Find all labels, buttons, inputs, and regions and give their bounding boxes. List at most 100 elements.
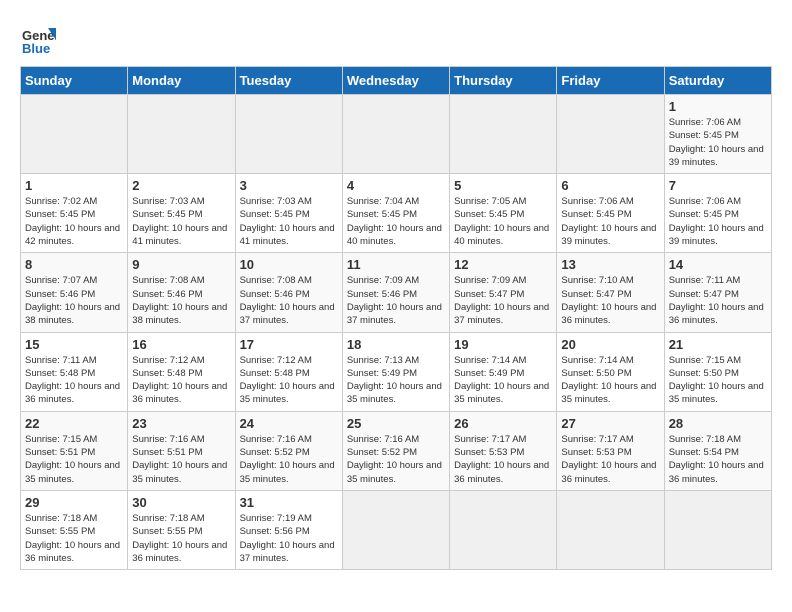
day-number: 11 [347, 257, 445, 272]
day-info: Sunrise: 7:18 AMSunset: 5:54 PMDaylight:… [669, 433, 767, 486]
day-header-tuesday: Tuesday [235, 67, 342, 95]
calendar-cell: 8 Sunrise: 7:07 AMSunset: 5:46 PMDayligh… [21, 253, 128, 332]
logo-icon: General Blue [20, 20, 56, 56]
day-info: Sunrise: 7:11 AMSunset: 5:48 PMDaylight:… [25, 354, 123, 407]
day-header-wednesday: Wednesday [342, 67, 449, 95]
day-number: 27 [561, 416, 659, 431]
day-info: Sunrise: 7:07 AMSunset: 5:46 PMDaylight:… [25, 274, 123, 327]
calendar-cell: 17 Sunrise: 7:12 AMSunset: 5:48 PMDaylig… [235, 332, 342, 411]
day-info: Sunrise: 7:17 AMSunset: 5:53 PMDaylight:… [454, 433, 552, 486]
day-number: 26 [454, 416, 552, 431]
calendar-week-5: 22 Sunrise: 7:15 AMSunset: 5:51 PMDaylig… [21, 411, 772, 490]
day-info: Sunrise: 7:15 AMSunset: 5:50 PMDaylight:… [669, 354, 767, 407]
calendar-cell: 13 Sunrise: 7:10 AMSunset: 5:47 PMDaylig… [557, 253, 664, 332]
calendar-cell: 23 Sunrise: 7:16 AMSunset: 5:51 PMDaylig… [128, 411, 235, 490]
calendar-cell: 29 Sunrise: 7:18 AMSunset: 5:55 PMDaylig… [21, 490, 128, 569]
day-header-thursday: Thursday [450, 67, 557, 95]
day-info: Sunrise: 7:14 AMSunset: 5:50 PMDaylight:… [561, 354, 659, 407]
calendar-cell [128, 95, 235, 174]
calendar-cell [557, 490, 664, 569]
day-number: 1 [669, 99, 767, 114]
calendar-cell [664, 490, 771, 569]
day-number: 25 [347, 416, 445, 431]
day-header-sunday: Sunday [21, 67, 128, 95]
calendar-cell: 30 Sunrise: 7:18 AMSunset: 5:55 PMDaylig… [128, 490, 235, 569]
calendar-week-2: 1 Sunrise: 7:02 AMSunset: 5:45 PMDayligh… [21, 174, 772, 253]
day-number: 9 [132, 257, 230, 272]
calendar-body: 1 Sunrise: 7:06 AMSunset: 5:45 PMDayligh… [21, 95, 772, 570]
day-number: 6 [561, 178, 659, 193]
day-info: Sunrise: 7:11 AMSunset: 5:47 PMDaylight:… [669, 274, 767, 327]
day-info: Sunrise: 7:06 AMSunset: 5:45 PMDaylight:… [561, 195, 659, 248]
calendar-cell: 2 Sunrise: 7:03 AMSunset: 5:45 PMDayligh… [128, 174, 235, 253]
calendar-cell: 24 Sunrise: 7:16 AMSunset: 5:52 PMDaylig… [235, 411, 342, 490]
day-info: Sunrise: 7:18 AMSunset: 5:55 PMDaylight:… [132, 512, 230, 565]
calendar-cell [450, 490, 557, 569]
calendar-cell: 22 Sunrise: 7:15 AMSunset: 5:51 PMDaylig… [21, 411, 128, 490]
calendar-cell: 28 Sunrise: 7:18 AMSunset: 5:54 PMDaylig… [664, 411, 771, 490]
day-info: Sunrise: 7:12 AMSunset: 5:48 PMDaylight:… [132, 354, 230, 407]
calendar-cell: 14 Sunrise: 7:11 AMSunset: 5:47 PMDaylig… [664, 253, 771, 332]
calendar-cell: 19 Sunrise: 7:14 AMSunset: 5:49 PMDaylig… [450, 332, 557, 411]
calendar-week-1: 1 Sunrise: 7:06 AMSunset: 5:45 PMDayligh… [21, 95, 772, 174]
day-number: 17 [240, 337, 338, 352]
calendar-table: SundayMondayTuesdayWednesdayThursdayFrid… [20, 66, 772, 570]
day-info: Sunrise: 7:08 AMSunset: 5:46 PMDaylight:… [132, 274, 230, 327]
calendar-cell: 5 Sunrise: 7:05 AMSunset: 5:45 PMDayligh… [450, 174, 557, 253]
day-number: 21 [669, 337, 767, 352]
day-info: Sunrise: 7:16 AMSunset: 5:51 PMDaylight:… [132, 433, 230, 486]
day-info: Sunrise: 7:10 AMSunset: 5:47 PMDaylight:… [561, 274, 659, 327]
day-header-friday: Friday [557, 67, 664, 95]
calendar-cell: 16 Sunrise: 7:12 AMSunset: 5:48 PMDaylig… [128, 332, 235, 411]
day-info: Sunrise: 7:05 AMSunset: 5:45 PMDaylight:… [454, 195, 552, 248]
calendar-cell: 20 Sunrise: 7:14 AMSunset: 5:50 PMDaylig… [557, 332, 664, 411]
calendar-cell [342, 95, 449, 174]
calendar-cell: 3 Sunrise: 7:03 AMSunset: 5:45 PMDayligh… [235, 174, 342, 253]
calendar-header-row: SundayMondayTuesdayWednesdayThursdayFrid… [21, 67, 772, 95]
day-number: 2 [132, 178, 230, 193]
svg-text:Blue: Blue [22, 41, 50, 56]
calendar-cell: 4 Sunrise: 7:04 AMSunset: 5:45 PMDayligh… [342, 174, 449, 253]
calendar-cell: 15 Sunrise: 7:11 AMSunset: 5:48 PMDaylig… [21, 332, 128, 411]
day-number: 15 [25, 337, 123, 352]
calendar-week-3: 8 Sunrise: 7:07 AMSunset: 5:46 PMDayligh… [21, 253, 772, 332]
day-info: Sunrise: 7:09 AMSunset: 5:46 PMDaylight:… [347, 274, 445, 327]
calendar-cell: 7 Sunrise: 7:06 AMSunset: 5:45 PMDayligh… [664, 174, 771, 253]
day-number: 1 [25, 178, 123, 193]
calendar-cell [557, 95, 664, 174]
day-info: Sunrise: 7:03 AMSunset: 5:45 PMDaylight:… [240, 195, 338, 248]
day-info: Sunrise: 7:16 AMSunset: 5:52 PMDaylight:… [240, 433, 338, 486]
calendar-cell [235, 95, 342, 174]
calendar-cell: 27 Sunrise: 7:17 AMSunset: 5:53 PMDaylig… [557, 411, 664, 490]
day-info: Sunrise: 7:06 AMSunset: 5:45 PMDaylight:… [669, 195, 767, 248]
day-number: 3 [240, 178, 338, 193]
calendar-cell: 26 Sunrise: 7:17 AMSunset: 5:53 PMDaylig… [450, 411, 557, 490]
day-number: 12 [454, 257, 552, 272]
calendar-week-6: 29 Sunrise: 7:18 AMSunset: 5:55 PMDaylig… [21, 490, 772, 569]
calendar-cell: 21 Sunrise: 7:15 AMSunset: 5:50 PMDaylig… [664, 332, 771, 411]
day-number: 7 [669, 178, 767, 193]
day-info: Sunrise: 7:13 AMSunset: 5:49 PMDaylight:… [347, 354, 445, 407]
day-info: Sunrise: 7:15 AMSunset: 5:51 PMDaylight:… [25, 433, 123, 486]
calendar-cell: 9 Sunrise: 7:08 AMSunset: 5:46 PMDayligh… [128, 253, 235, 332]
day-number: 22 [25, 416, 123, 431]
day-number: 4 [347, 178, 445, 193]
calendar-cell: 18 Sunrise: 7:13 AMSunset: 5:49 PMDaylig… [342, 332, 449, 411]
day-info: Sunrise: 7:02 AMSunset: 5:45 PMDaylight:… [25, 195, 123, 248]
calendar-cell: 11 Sunrise: 7:09 AMSunset: 5:46 PMDaylig… [342, 253, 449, 332]
page-header: General Blue [20, 20, 772, 56]
day-number: 29 [25, 495, 123, 510]
day-number: 16 [132, 337, 230, 352]
day-info: Sunrise: 7:09 AMSunset: 5:47 PMDaylight:… [454, 274, 552, 327]
day-number: 14 [669, 257, 767, 272]
calendar-cell [342, 490, 449, 569]
calendar-cell: 31 Sunrise: 7:19 AMSunset: 5:56 PMDaylig… [235, 490, 342, 569]
calendar-cell: 1 Sunrise: 7:02 AMSunset: 5:45 PMDayligh… [21, 174, 128, 253]
day-info: Sunrise: 7:04 AMSunset: 5:45 PMDaylight:… [347, 195, 445, 248]
calendar-cell: 10 Sunrise: 7:08 AMSunset: 5:46 PMDaylig… [235, 253, 342, 332]
day-info: Sunrise: 7:19 AMSunset: 5:56 PMDaylight:… [240, 512, 338, 565]
day-info: Sunrise: 7:16 AMSunset: 5:52 PMDaylight:… [347, 433, 445, 486]
calendar-cell: 1 Sunrise: 7:06 AMSunset: 5:45 PMDayligh… [664, 95, 771, 174]
calendar-cell: 12 Sunrise: 7:09 AMSunset: 5:47 PMDaylig… [450, 253, 557, 332]
day-number: 5 [454, 178, 552, 193]
